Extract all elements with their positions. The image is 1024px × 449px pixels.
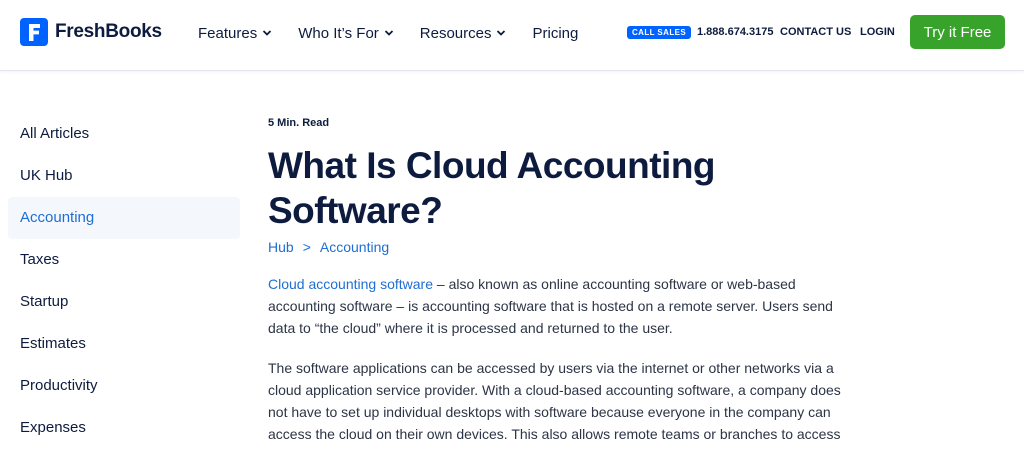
- breadcrumb-accounting-link[interactable]: Accounting: [320, 239, 389, 255]
- nav-who-its-for-label: Who It’s For: [298, 24, 379, 42]
- chevron-down-icon: [384, 30, 393, 36]
- sidebar-item-productivity[interactable]: Productivity: [8, 365, 240, 407]
- phone-number-link[interactable]: 1.888.674.3175: [697, 26, 773, 38]
- contact-us-link[interactable]: CONTACT US: [780, 26, 851, 38]
- nav-who-its-for[interactable]: Who It’s For: [298, 23, 394, 43]
- sidebar-item-expenses[interactable]: Expenses: [8, 407, 240, 449]
- freshbooks-logo-icon: [20, 18, 48, 46]
- article-paragraph: Cloud accounting software – also known a…: [268, 273, 858, 339]
- breadcrumb-hub-link[interactable]: Hub: [268, 239, 294, 255]
- page-title: What Is Cloud Accounting Software?: [268, 145, 716, 231]
- sidebar-item-uk-hub[interactable]: UK Hub: [8, 155, 240, 197]
- nav-resources-label: Resources: [419, 24, 492, 42]
- nav-pricing-label: Pricing: [532, 24, 579, 42]
- article-paragraph: The software applications can be accesse…: [268, 360, 841, 442]
- breadcrumb-separator: >: [302, 239, 311, 255]
- nav-features-label: Features: [198, 24, 258, 42]
- login-link[interactable]: LOGIN: [860, 26, 895, 38]
- read-time: 5 Min. Read: [268, 117, 330, 129]
- nav-resources[interactable]: Resources: [420, 23, 507, 43]
- nav-pricing[interactable]: Pricing: [532, 23, 578, 43]
- main-nav: Features Who It’s For Resources Pricing: [198, 23, 604, 43]
- article-category-sidebar: All Articles UK Hub Accounting Taxes Sta…: [8, 113, 240, 449]
- sidebar-item-estimates[interactable]: Estimates: [8, 323, 240, 365]
- brand-name: FreshBooks: [55, 21, 162, 42]
- sidebar-item-all-articles[interactable]: All Articles: [8, 113, 240, 155]
- nav-features[interactable]: Features: [198, 23, 272, 43]
- freshbooks-logo[interactable]: FreshBooks: [20, 17, 162, 47]
- site-header: FreshBooks Features Who It’s For Resourc…: [0, 0, 1024, 71]
- sidebar-item-taxes[interactable]: Taxes: [8, 239, 240, 281]
- sidebar-item-startup[interactable]: Startup: [8, 281, 240, 323]
- chevron-down-icon: [263, 30, 272, 36]
- breadcrumb: Hub > Accounting: [268, 239, 389, 255]
- chevron-down-icon: [497, 30, 506, 36]
- sidebar-item-accounting[interactable]: Accounting: [8, 197, 240, 239]
- cloud-accounting-software-link[interactable]: Cloud accounting software: [268, 276, 433, 292]
- try-it-free-button[interactable]: Try it Free: [910, 15, 1005, 49]
- call-sales-badge[interactable]: CALL SALES: [627, 26, 692, 39]
